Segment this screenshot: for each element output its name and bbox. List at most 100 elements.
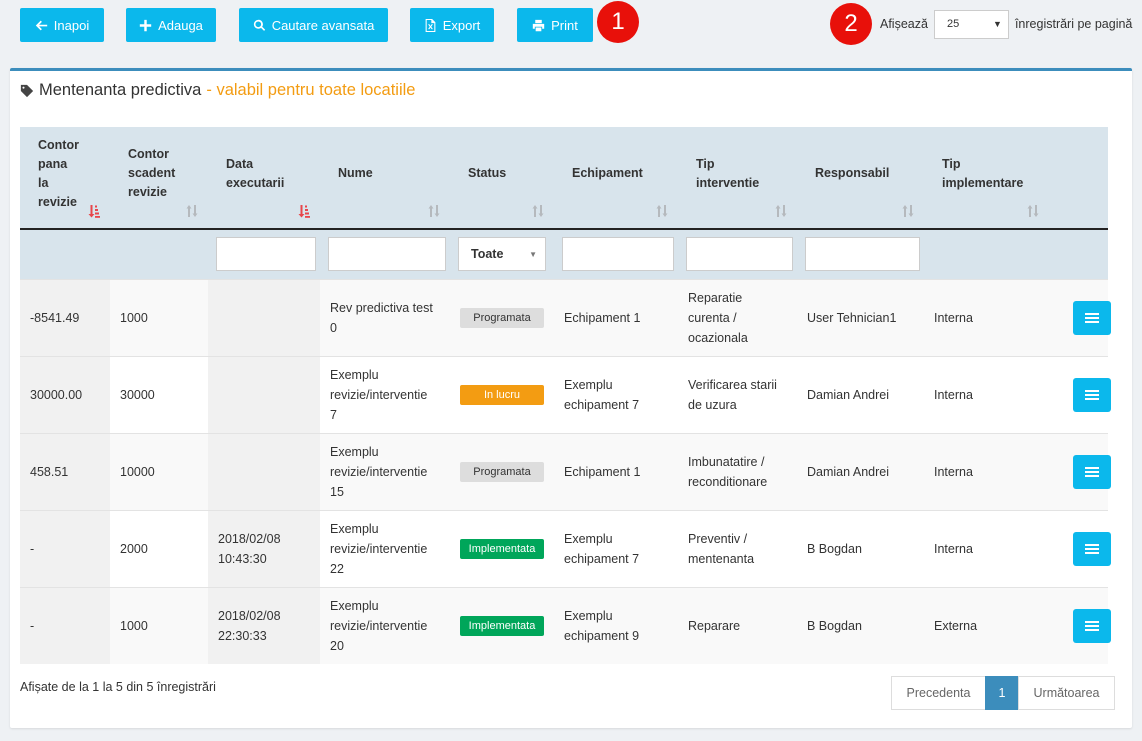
column-header-label-line: Data — [226, 156, 254, 171]
column-header-label-line: scadent — [128, 166, 176, 180]
sort-icon — [656, 204, 668, 218]
column-header[interactable]: Data executarii — [208, 127, 320, 229]
print-icon — [532, 19, 545, 31]
column-header[interactable]: Echipament — [554, 127, 678, 229]
cell-tip-interventie: Reparatie curenta / ocazionala — [678, 278, 797, 356]
cell-echipament-line: echipament 9 — [564, 628, 640, 643]
filter-cell-empty — [924, 229, 1049, 279]
row-actions-button[interactable] — [1073, 300, 1111, 335]
cell-data-executarii-line: 22:30:33 — [218, 628, 267, 643]
cell-echipament: Exemplu echipament 9 — [554, 586, 678, 664]
panel-title-text: Mentenanta predictiva — [39, 81, 202, 99]
column-header-label-line: executarii — [226, 175, 285, 190]
cell-nume-line: revizie/interventie — [330, 464, 428, 479]
column-header-label: Nume — [338, 164, 440, 183]
pagination-next-button[interactable]: Următoarea — [1018, 676, 1115, 710]
column-header-label-line: implementare — [942, 175, 1024, 190]
cell-nume: Exemplu revizie/interventie 20 — [320, 586, 450, 664]
column-header[interactable]: Tip interventie — [678, 127, 797, 229]
cell-echipament-line: echipament 7 — [564, 397, 640, 412]
cell-actions — [1049, 509, 1111, 587]
status-badge: In lucru — [460, 385, 544, 405]
cell-responsabil: B Bogdan — [797, 509, 924, 587]
column-header-label: Contor pana la revizie — [38, 136, 100, 212]
filter-select-status[interactable]: Toate ▼ — [458, 237, 546, 272]
cell-tip-interventie: Reparare — [678, 586, 797, 664]
excel-file-icon — [425, 18, 436, 32]
cell-nume-line: 7 — [330, 407, 337, 422]
filter-input-responsabil[interactable] — [805, 237, 920, 272]
pagination-page-1[interactable]: 1 — [985, 676, 1019, 710]
bars-icon — [1085, 389, 1099, 400]
row-actions-button[interactable] — [1073, 531, 1111, 566]
cell-echipament: Exemplu echipament 7 — [554, 355, 678, 433]
column-header[interactable]: Nume — [320, 127, 450, 229]
column-header-actions — [1049, 127, 1108, 229]
cell-nume: Exemplu revizie/interventie 22 — [320, 509, 450, 587]
filter-cell-echipament — [554, 229, 678, 279]
add-button[interactable]: Adauga — [126, 8, 216, 42]
cell-contor-pana-la-revizie: - — [20, 586, 110, 664]
cell-tip-implementare: Interna — [924, 355, 1049, 433]
table-row: -1000 2018/02/08 22:30:33 Exemplu revizie/in… — [20, 586, 1111, 664]
sort-icon — [186, 204, 198, 218]
cell-actions — [1049, 355, 1111, 433]
pagination-prev-button[interactable]: Precedenta — [891, 676, 986, 710]
cell-tip-interventie-line: de uzura — [688, 397, 737, 412]
cell-tip-interventie-line: Reparare — [688, 618, 741, 633]
filter-cell-status: Toate ▼ — [450, 229, 554, 279]
column-header[interactable]: Tip implementare — [924, 127, 1049, 229]
column-header-label: Responsabil — [815, 164, 914, 183]
cell-nume-line: Rev predictiva test — [330, 300, 433, 315]
back-button[interactable]: Inapoi — [20, 8, 104, 42]
export-button[interactable]: Export — [410, 8, 494, 42]
cell-responsabil: B Bogdan — [797, 586, 924, 664]
cell-nume: Rev predictiva test 0 — [320, 278, 450, 356]
column-header-label: Status — [468, 164, 544, 183]
cell-echipament-line: echipament 7 — [564, 551, 640, 566]
column-header[interactable]: Status — [450, 127, 554, 229]
back-button-label: Inapoi — [53, 17, 90, 33]
column-header[interactable]: Contor scadent revizie — [110, 127, 208, 229]
cell-data-executarii — [208, 432, 320, 510]
annotation-badge-1: 1 — [597, 1, 639, 43]
advanced-search-button[interactable]: Cautare avansata — [239, 8, 388, 42]
cell-status: Implementata — [450, 586, 554, 664]
cell-status: Programata — [450, 278, 554, 356]
cell-data-executarii-line: 2018/02/08 — [218, 608, 281, 623]
cell-tip-interventie-line: ocazionala — [688, 330, 748, 345]
row-actions-button[interactable] — [1073, 454, 1111, 489]
cell-data-executarii — [208, 355, 320, 433]
sort-icon — [1027, 204, 1039, 218]
filter-input-tip-interventie[interactable] — [686, 237, 793, 272]
table-header-row: Contor pana la revizie Contor scadent revizie D… — [20, 127, 1108, 229]
filter-input-echipament[interactable] — [562, 237, 674, 272]
filter-input-nume[interactable] — [328, 237, 446, 272]
caret-down-icon: ▼ — [529, 249, 537, 259]
cell-nume-line: 0 — [330, 320, 337, 335]
bars-icon — [1085, 543, 1099, 554]
print-button[interactable]: Print — [517, 8, 593, 42]
filter-input-data-executarii[interactable] — [216, 237, 316, 272]
page-length-value: 25 — [946, 18, 960, 30]
column-header-label: Echipament — [572, 164, 668, 183]
column-header[interactable]: Responsabil — [797, 127, 924, 229]
row-actions-button[interactable] — [1073, 608, 1111, 643]
cell-tip-interventie-line: mentenanta — [688, 551, 755, 566]
page-length-control: Afișează 25 ▼ înregistrări pe pagină — [880, 9, 1132, 39]
filter-cell-empty — [110, 229, 208, 279]
cell-contor-pana-la-revizie: 458.51 — [20, 432, 110, 510]
column-header-label: Tip interventie — [696, 155, 787, 193]
column-header-label-line: pana — [38, 156, 68, 171]
cell-contor-scadent-revizie: 2000 — [110, 509, 208, 587]
page-length-select[interactable]: 25 ▼ — [933, 9, 1009, 39]
row-actions-button[interactable] — [1073, 377, 1111, 412]
table-row: -2000 2018/02/08 10:43:30 Exemplu revizie/in… — [20, 509, 1111, 587]
column-header[interactable]: Contor pana la revizie — [20, 127, 110, 229]
cell-contor-pana-la-revizie: - — [20, 509, 110, 587]
export-button-label: Export — [442, 17, 481, 33]
cell-echipament-line: Exemplu — [564, 531, 613, 546]
cell-tip-interventie-line: curenta / — [688, 310, 737, 325]
cell-tip-implementare: Interna — [924, 278, 1049, 356]
column-header-label-line: Tip — [942, 156, 961, 171]
